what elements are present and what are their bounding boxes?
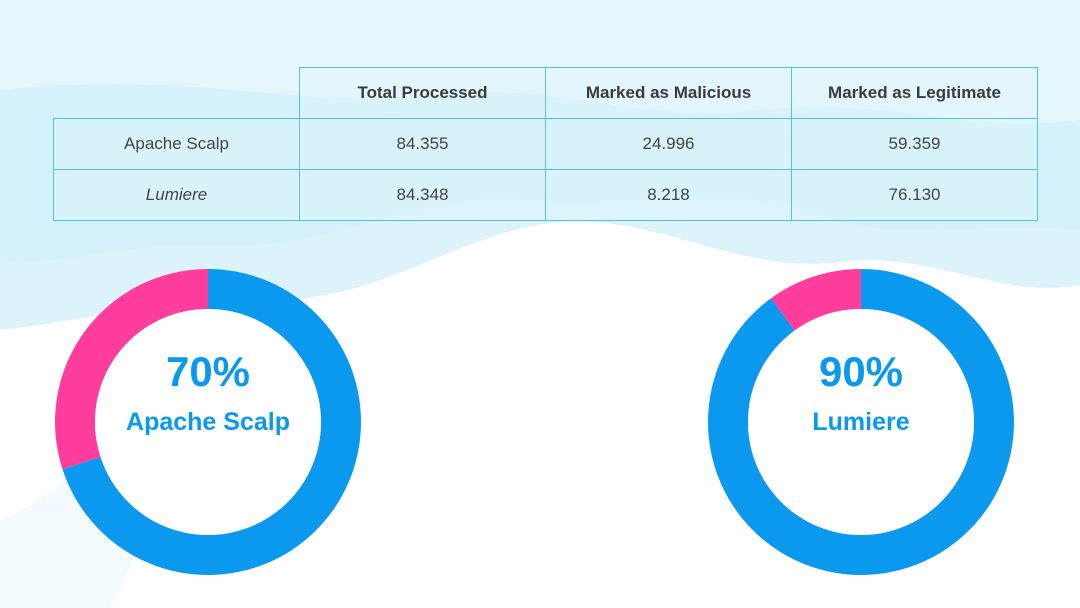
table-cell: 76.130 <box>791 169 1038 221</box>
row-label-apache-scalp: Apache Scalp <box>53 118 300 170</box>
donut-chart-lumiere: 90% Lumiere <box>707 268 1015 576</box>
donut-title: Lumiere <box>812 408 910 436</box>
table-header-row: Total Processed Marked as Malicious Mark… <box>53 67 1038 119</box>
table-cell: 84.348 <box>299 169 546 221</box>
table-cell: 59.359 <box>791 118 1038 170</box>
table-corner-cell <box>53 67 300 119</box>
header-marked-legitimate: Marked as Legitimate <box>791 67 1038 119</box>
donut-percent-label: 90% <box>818 348 904 395</box>
row-label-lumiere: Lumiere <box>53 169 300 221</box>
table-row: Lumiere 84.348 8.218 76.130 <box>53 169 1038 221</box>
table-cell: 24.996 <box>545 118 792 170</box>
donut-chart-apache-scalp: 70% Apache Scalp <box>54 268 362 576</box>
table-cell: 84.355 <box>299 118 546 170</box>
donut-percent-label: 70% <box>165 348 251 395</box>
results-table: Total Processed Marked as Malicious Mark… <box>53 67 1038 221</box>
header-total-processed: Total Processed <box>299 67 546 119</box>
header-marked-malicious: Marked as Malicious <box>545 67 792 119</box>
table-cell: 8.218 <box>545 169 792 221</box>
donut-title: Apache Scalp <box>126 408 290 436</box>
table-row: Apache Scalp 84.355 24.996 59.359 <box>53 118 1038 170</box>
